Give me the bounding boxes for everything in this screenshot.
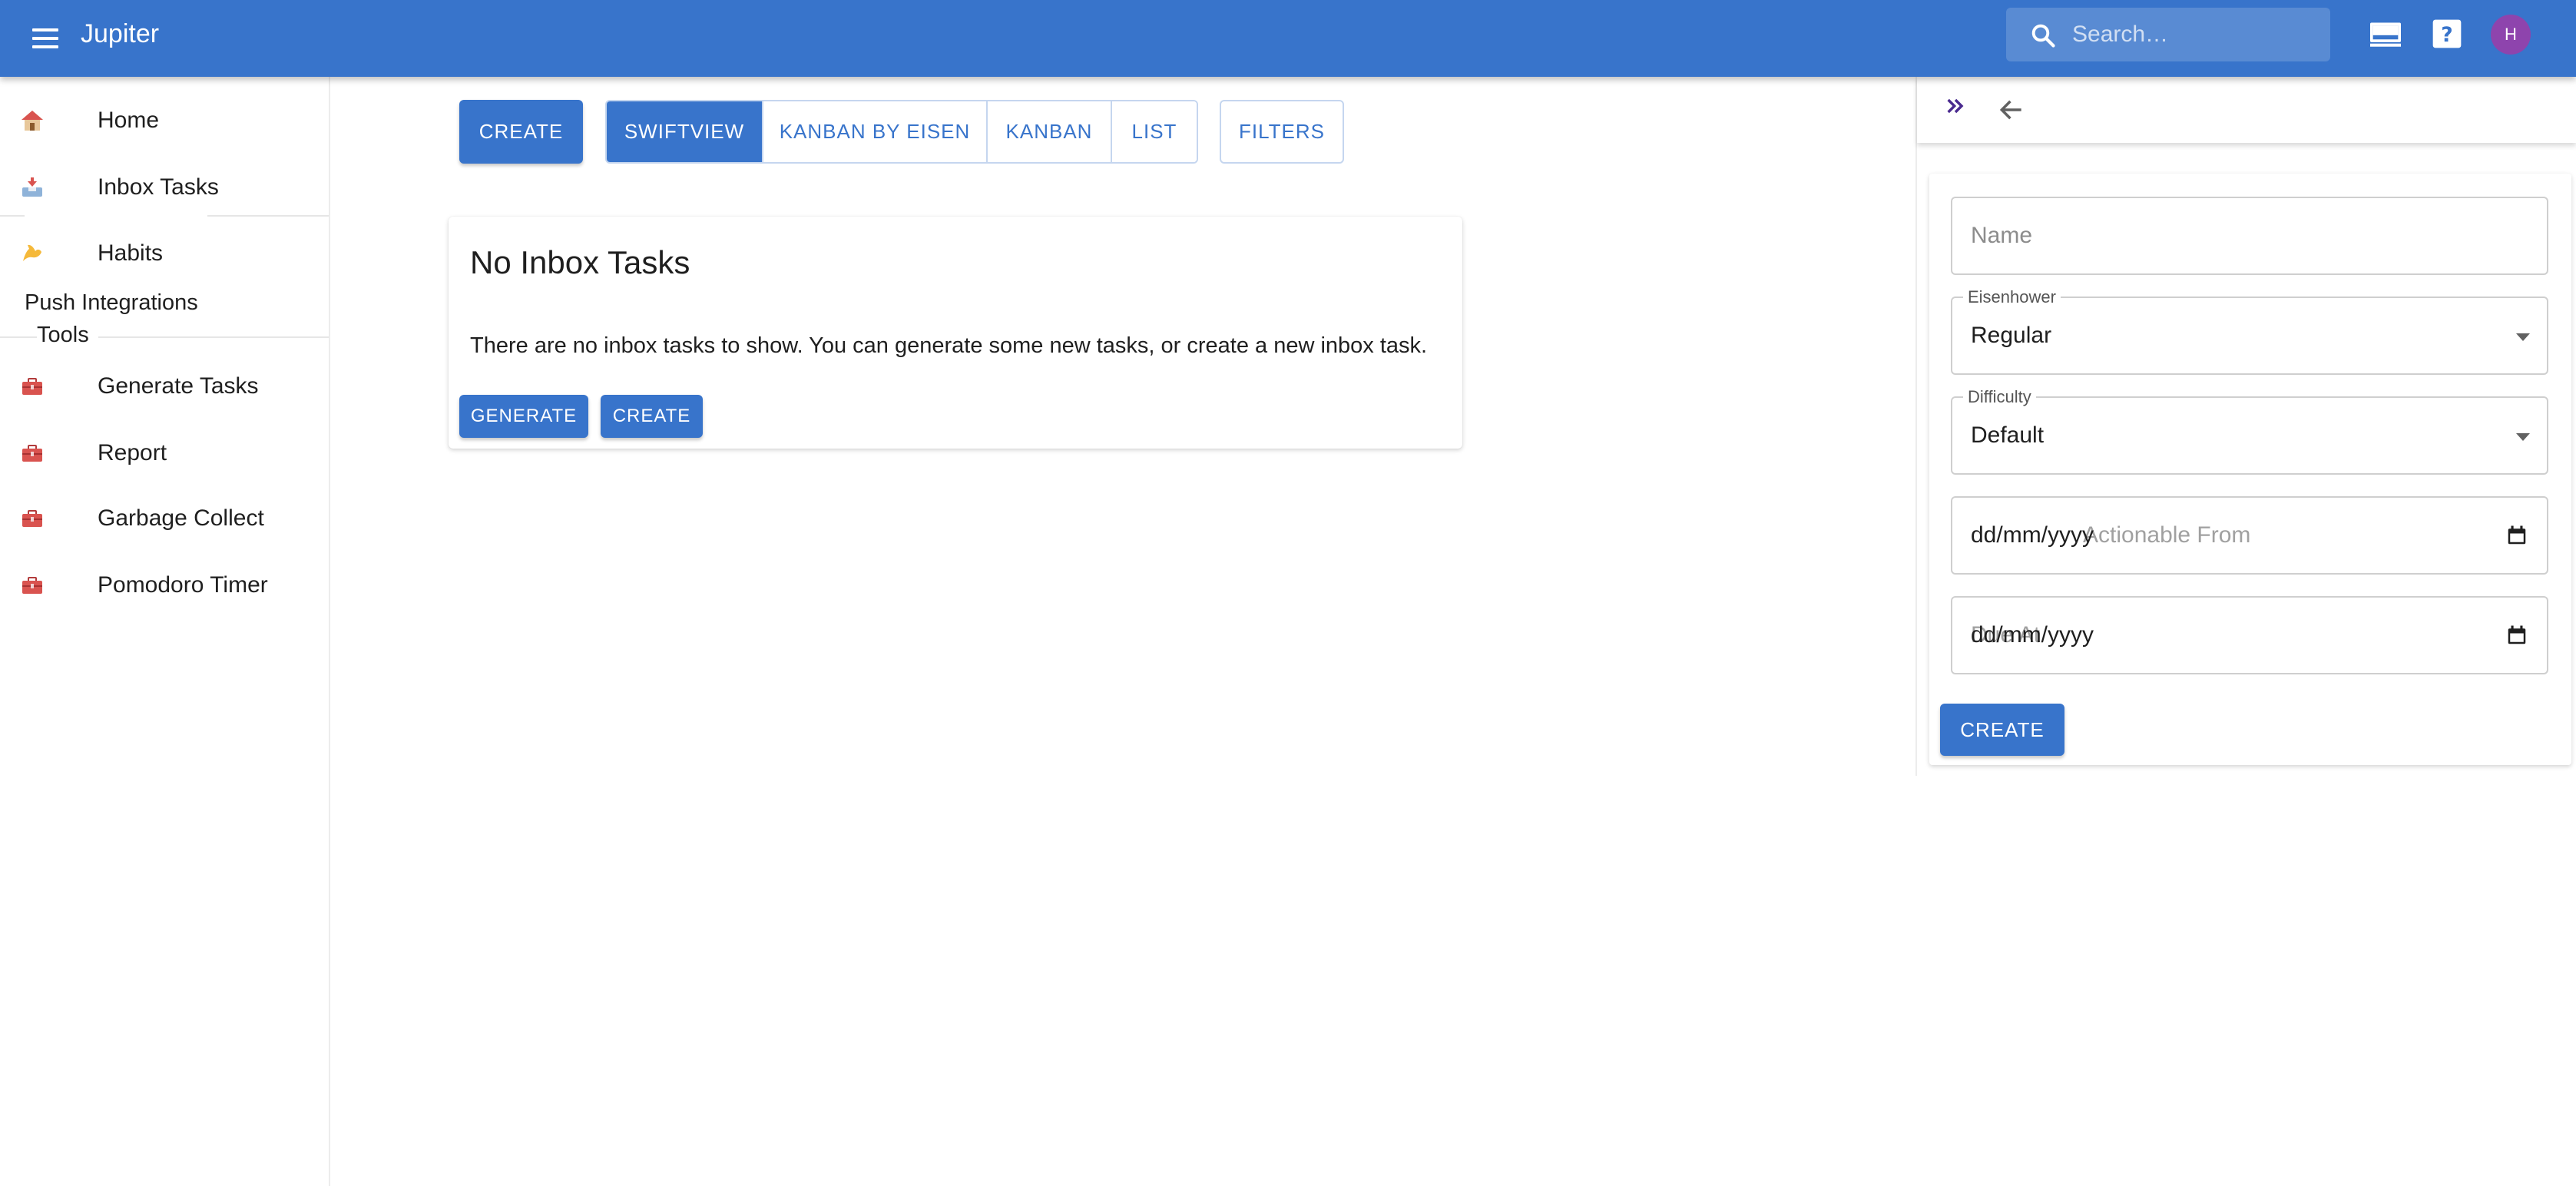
app-bar: Jupiter ? H bbox=[0, 0, 2576, 77]
group-divider bbox=[207, 215, 329, 217]
generate-button[interactable]: GENERATE bbox=[459, 395, 588, 438]
eisenhower-value: Regular bbox=[1971, 323, 2052, 348]
svg-text:?: ? bbox=[2441, 23, 2452, 47]
eisenhower-select[interactable]: Eisenhower Regular bbox=[1951, 287, 2548, 375]
dropdown-arrow-icon bbox=[2516, 433, 2530, 441]
search-input[interactable] bbox=[2072, 8, 2318, 61]
view-swiftview-button[interactable]: SWIFTVIEW bbox=[607, 101, 763, 162]
form-create-button[interactable]: CREATE bbox=[1940, 704, 2064, 756]
name-placeholder: Name bbox=[1971, 223, 2033, 248]
sidebar-item-report[interactable]: Report bbox=[0, 422, 329, 484]
create-task-form: Name Eisenhower Regular Difficulty Defau… bbox=[1929, 174, 2571, 765]
app-title: Jupiter bbox=[81, 19, 160, 48]
due-date-field[interactable]: Due At dd/mm/yyyy bbox=[1951, 596, 2548, 674]
due-date-value: dd/mm/yyyy bbox=[1971, 622, 2094, 648]
view-list-button[interactable]: LIST bbox=[1112, 101, 1197, 162]
group-header-tools: Tools bbox=[37, 323, 98, 348]
name-field[interactable]: Name bbox=[1951, 197, 2548, 275]
double-chevron-right-icon[interactable] bbox=[1942, 94, 1969, 118]
sidebar: Home Inbox Tasks Habits Push Integration… bbox=[0, 77, 330, 1186]
keyboard-icon[interactable] bbox=[2369, 18, 2402, 49]
create-button[interactable]: CREATE bbox=[459, 100, 583, 164]
panel-header bbox=[1917, 77, 2576, 143]
view-kanban-by-eisen-button[interactable]: KANBAN BY EISEN bbox=[763, 101, 988, 162]
sidebar-item-home[interactable]: Home bbox=[0, 90, 329, 151]
inbox-tray-icon bbox=[22, 177, 42, 197]
toolbox-icon bbox=[22, 510, 42, 527]
group-divider bbox=[0, 215, 25, 217]
sidebar-item-label: Inbox Tasks bbox=[98, 174, 219, 200]
sidebar-item-inbox-tasks[interactable]: Inbox Tasks bbox=[0, 157, 329, 218]
dropdown-arrow-icon bbox=[2516, 333, 2530, 341]
help-icon[interactable]: ? bbox=[2432, 18, 2462, 49]
empty-state-title: No Inbox Tasks bbox=[470, 244, 690, 280]
sidebar-item-pomodoro-timer[interactable]: Pomodoro Timer bbox=[0, 555, 329, 616]
sidebar-item-label: Habits bbox=[98, 240, 164, 266]
sidebar-item-label: Generate Tasks bbox=[98, 373, 259, 399]
actionable-from-placeholder: Actionable From bbox=[2083, 522, 2251, 548]
sidebar-item-habits[interactable]: Habits bbox=[0, 223, 329, 284]
flexed-biceps-icon bbox=[23, 244, 41, 261]
difficulty-label: Difficulty bbox=[1963, 387, 2036, 407]
search-icon bbox=[2031, 24, 2055, 48]
toolbox-icon bbox=[22, 577, 42, 594]
toolbox-icon bbox=[22, 378, 42, 395]
calendar-icon[interactable] bbox=[2505, 524, 2528, 547]
empty-state-card: No Inbox Tasks There are no inbox tasks … bbox=[449, 217, 1462, 449]
calendar-icon[interactable] bbox=[2505, 624, 2528, 647]
house-icon bbox=[22, 111, 43, 131]
sidebar-item-label: Home bbox=[98, 108, 160, 133]
sidebar-item-label: Report bbox=[98, 440, 167, 465]
empty-state-message: There are no inbox tasks to show. You ca… bbox=[470, 333, 1428, 358]
view-kanban-button[interactable]: KANBAN bbox=[988, 101, 1112, 162]
difficulty-select[interactable]: Difficulty Default bbox=[1951, 387, 2548, 475]
eisenhower-label: Eisenhower bbox=[1963, 287, 2061, 307]
actionable-from-value: dd/mm/yyyy bbox=[1971, 522, 2094, 548]
avatar[interactable]: H bbox=[2491, 15, 2531, 55]
create-task-panel: Name Eisenhower Regular Difficulty Defau… bbox=[1915, 77, 2576, 776]
search-box[interactable] bbox=[2006, 8, 2330, 61]
sidebar-item-garbage-collect[interactable]: Garbage Collect bbox=[0, 488, 329, 549]
view-selector: SWIFTVIEW KANBAN BY EISEN KANBAN LIST bbox=[605, 100, 1198, 164]
difficulty-value: Default bbox=[1971, 422, 2045, 448]
card-create-button[interactable]: CREATE bbox=[601, 395, 703, 438]
sidebar-item-label: Garbage Collect bbox=[98, 505, 264, 531]
sidebar-item-generate-tasks[interactable]: Generate Tasks bbox=[0, 356, 329, 417]
menu-icon[interactable] bbox=[32, 23, 63, 54]
group-header-push-integrations: Push Integrations bbox=[25, 290, 207, 316]
actionable-from-field[interactable]: Actionable From dd/mm/yyyy bbox=[1951, 496, 2548, 575]
filters-button[interactable]: FILTERS bbox=[1220, 100, 1344, 164]
arrow-back-icon[interactable] bbox=[1997, 95, 2026, 124]
sidebar-item-label: Pomodoro Timer bbox=[98, 572, 268, 598]
toolbox-icon bbox=[22, 445, 42, 462]
